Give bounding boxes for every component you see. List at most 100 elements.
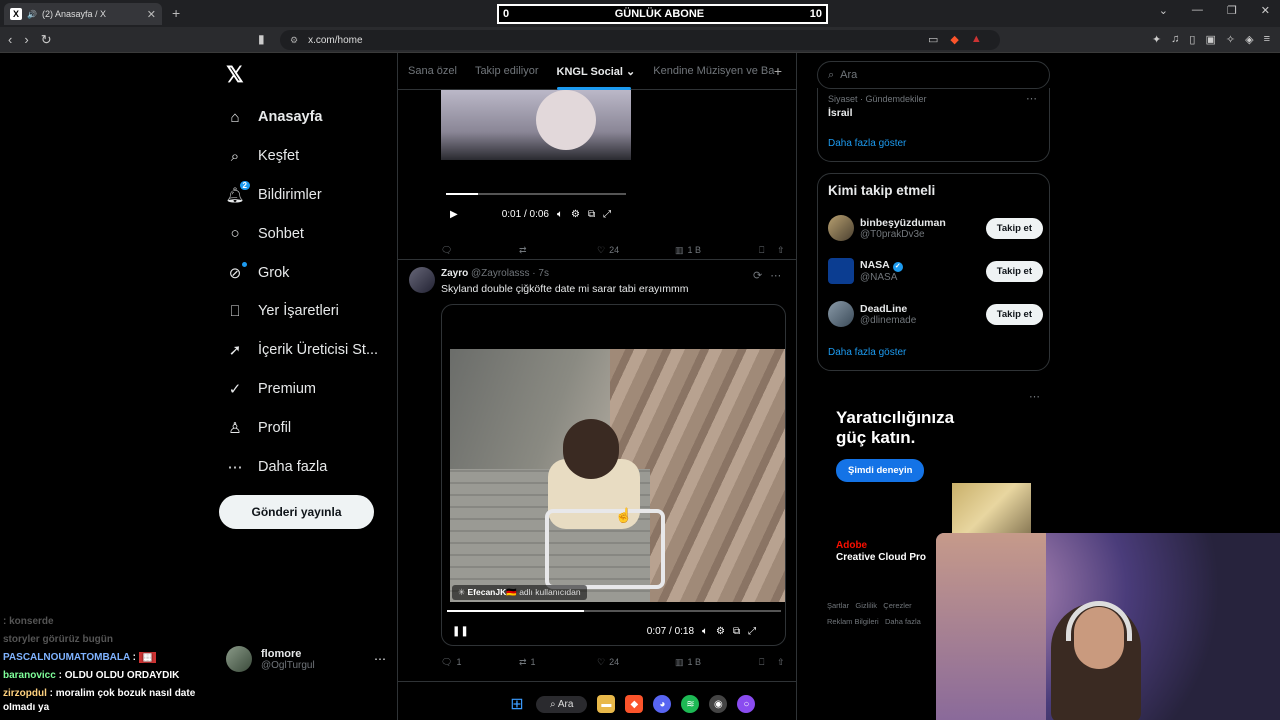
play-icon[interactable]: ▶ (450, 209, 458, 220)
forward-button[interactable]: › (24, 32, 28, 48)
follow-button[interactable]: Takip et (985, 217, 1043, 239)
tweet-video[interactable]: ☝ ✳ EfecanJK🇩🇪 adlı kullanıcıdan ❚❚ 0:07… (441, 304, 786, 646)
sidebar-item-chat[interactable]: ○ Sohbet (226, 214, 378, 253)
sidebar-item-creator-studio[interactable]: ➚ İçerik Üreticisi St... (226, 331, 378, 370)
tweet-video-thumbnail[interactable] (441, 90, 631, 160)
x-logo-icon[interactable]: 𝕏 (226, 62, 244, 88)
sidebar-item-notifications[interactable]: 🔔︎ 2 Bildirimler (225, 176, 378, 215)
ad-more-icon[interactable]: ⋯ (1029, 390, 1040, 403)
who-to-follow-show-more[interactable]: Daha fazla göster (828, 347, 906, 358)
tab-musicians[interactable]: Kendine Müzisyen ve Ba (653, 65, 774, 77)
footer-link[interactable]: Daha fazla (885, 617, 921, 626)
follow-suggestion[interactable]: binbeşyüzduman @T0prakDv3e Takip et (828, 211, 1043, 245)
app-icon[interactable]: ○ (737, 695, 756, 713)
tab-close-icon[interactable]: ✕ (147, 8, 156, 21)
pip-icon[interactable]: ⧉ (733, 626, 740, 637)
fullscreen-icon[interactable]: ⤢ (748, 626, 756, 637)
video-frame[interactable]: ☝ (450, 349, 785, 602)
brave-shield-icon[interactable]: ◆ (950, 33, 958, 46)
trend-more-icon[interactable]: ⋯ (1026, 92, 1037, 105)
follow-button[interactable]: Takip et (985, 303, 1043, 325)
tab-speaker-icon[interactable]: 🔊 (27, 10, 37, 19)
follow-suggestion[interactable]: NASA ✓ @NASA Takip et (828, 254, 1043, 288)
retweet-button[interactable]: ⇄ 1 (519, 657, 536, 668)
discord-icon[interactable]: ◕ (653, 695, 672, 713)
add-tab-icon[interactable]: + (774, 63, 782, 79)
url-field[interactable]: ⚙ x.com/home (280, 30, 1000, 50)
leo-icon[interactable]: ✧ (1226, 33, 1235, 46)
wallet-icon[interactable]: ▣ (1205, 33, 1215, 46)
pause-icon[interactable]: ❚❚ (452, 626, 469, 637)
grok-analyze-icon[interactable]: ⟳ (753, 269, 762, 282)
sidebar-item-profile[interactable]: ♙ Profil (226, 408, 378, 447)
sidebar-item-more[interactable]: ⋯ Daha fazla (226, 447, 378, 486)
video-progress-bar[interactable] (446, 193, 626, 195)
footer-link[interactable]: Reklam Bilgileri (827, 617, 879, 626)
ad-cta-button[interactable]: Şimdi deneyin (836, 459, 925, 482)
footer-link[interactable]: Şartlar (827, 601, 849, 610)
reload-button[interactable]: ↻ (41, 32, 52, 48)
share-button[interactable]: ⇧ (777, 245, 785, 256)
pip-icon[interactable]: ⧉ (588, 209, 595, 220)
tab-kngl-social[interactable]: KNGL Social ⌄ (556, 65, 635, 90)
sidebar-toggle-icon[interactable]: ▯ (1189, 33, 1195, 46)
music-icon[interactable]: ♫ (1171, 33, 1179, 46)
reply-button[interactable]: 🗨︎ (441, 245, 452, 256)
reply-button[interactable]: 🗨︎ 1 (441, 657, 461, 668)
brave-rewards-icon[interactable]: ▲ (971, 33, 982, 46)
settings-icon[interactable]: ⚙ (716, 626, 725, 637)
like-button[interactable]: ♡ 24 (597, 657, 619, 668)
obs-icon[interactable]: ◉ (709, 695, 728, 713)
footer-link[interactable]: Çerezler (883, 601, 911, 610)
volume-icon[interactable]: 🔈︎ (702, 626, 708, 637)
views-count[interactable]: ▥ 1 B (675, 245, 701, 256)
fullscreen-icon[interactable]: ⤢ (603, 209, 611, 220)
like-button[interactable]: ♡ 24 (597, 245, 619, 256)
sidebar-item-grok[interactable]: ⊘ Grok (226, 253, 378, 292)
more-options-icon[interactable]: ⋯ (374, 652, 386, 666)
tab-list-icon[interactable]: ⌄ (1159, 4, 1168, 17)
menu-icon[interactable]: ≡ (1264, 33, 1270, 46)
settings-icon[interactable]: ⚙ (571, 209, 580, 220)
trend-name[interactable]: İsrail (828, 107, 853, 119)
close-window-button[interactable]: ✕ (1261, 4, 1270, 17)
tweet-more-icon[interactable]: ⋯ (770, 269, 781, 282)
footer-link[interactable]: Gizlilik (855, 601, 877, 610)
windows-start-icon[interactable]: ⊞ (508, 695, 526, 713)
search-input[interactable]: ⌕ Ara (817, 61, 1050, 89)
back-button[interactable]: ‹ (8, 32, 12, 48)
sidebar-item-premium[interactable]: ✓ Premium (226, 370, 378, 409)
new-tab-button[interactable]: + (172, 5, 180, 21)
video-credit[interactable]: ✳ EfecanJK🇩🇪 adlı kullanıcıdan (452, 585, 587, 600)
site-info-icon[interactable]: ⚙ (290, 35, 298, 46)
volume-icon[interactable]: 🔈︎ (557, 209, 563, 220)
sidebar-item-bookmarks[interactable]: ⎕ Yer İşaretleri (226, 292, 378, 331)
bookmark-page-icon[interactable]: ▮ (258, 32, 265, 46)
bookmark-button[interactable]: ⎕ (759, 657, 764, 668)
trends-show-more[interactable]: Daha fazla göster (828, 138, 906, 149)
post-button[interactable]: Gönderi yayınla (219, 495, 374, 529)
video-progress-bar[interactable] (447, 610, 781, 612)
browser-tab[interactable]: X 🔊 (2) Anasayfa / X ✕ (4, 3, 162, 25)
brave-icon[interactable]: ◆ (625, 695, 644, 713)
minimize-button[interactable]: — (1192, 4, 1203, 17)
sidebar-item-explore[interactable]: ⌕ Keşfet (226, 137, 378, 176)
avatar[interactable] (409, 267, 435, 293)
maximize-button[interactable]: ❐ (1227, 4, 1237, 17)
spotify-icon[interactable]: ≋ (681, 695, 700, 713)
author-name[interactable]: Zayro (441, 268, 468, 279)
home-timeline[interactable]: ▶ 0:01 / 0:06 🔈︎ ⚙ ⧉ ⤢ 🗨︎ ⇄ ♡ 24 ▥ 1 B ⎕… (397, 53, 797, 720)
account-switcher[interactable]: flomore @OglTurgul ⋯ (226, 644, 386, 674)
bookmark-button[interactable]: ⎕ (759, 245, 764, 256)
tab-for-you[interactable]: Sana özel (408, 65, 457, 77)
retweet-button[interactable]: ⇄ (519, 245, 527, 256)
author-handle[interactable]: @Zayrolasss (471, 268, 530, 279)
share-button[interactable]: ⇧ (777, 657, 785, 668)
cast-icon[interactable]: ▭ (928, 33, 938, 46)
extensions-icon[interactable]: ✦ (1152, 33, 1161, 46)
file-explorer-icon[interactable]: ▬ (597, 695, 616, 713)
sidebar-item-home[interactable]: ⌂ Anasayfa (226, 98, 378, 137)
tab-following[interactable]: Takip ediliyor (475, 65, 539, 77)
follow-button[interactable]: Takip et (985, 260, 1043, 282)
taskbar-search[interactable]: ⌕ Ara (536, 695, 588, 713)
